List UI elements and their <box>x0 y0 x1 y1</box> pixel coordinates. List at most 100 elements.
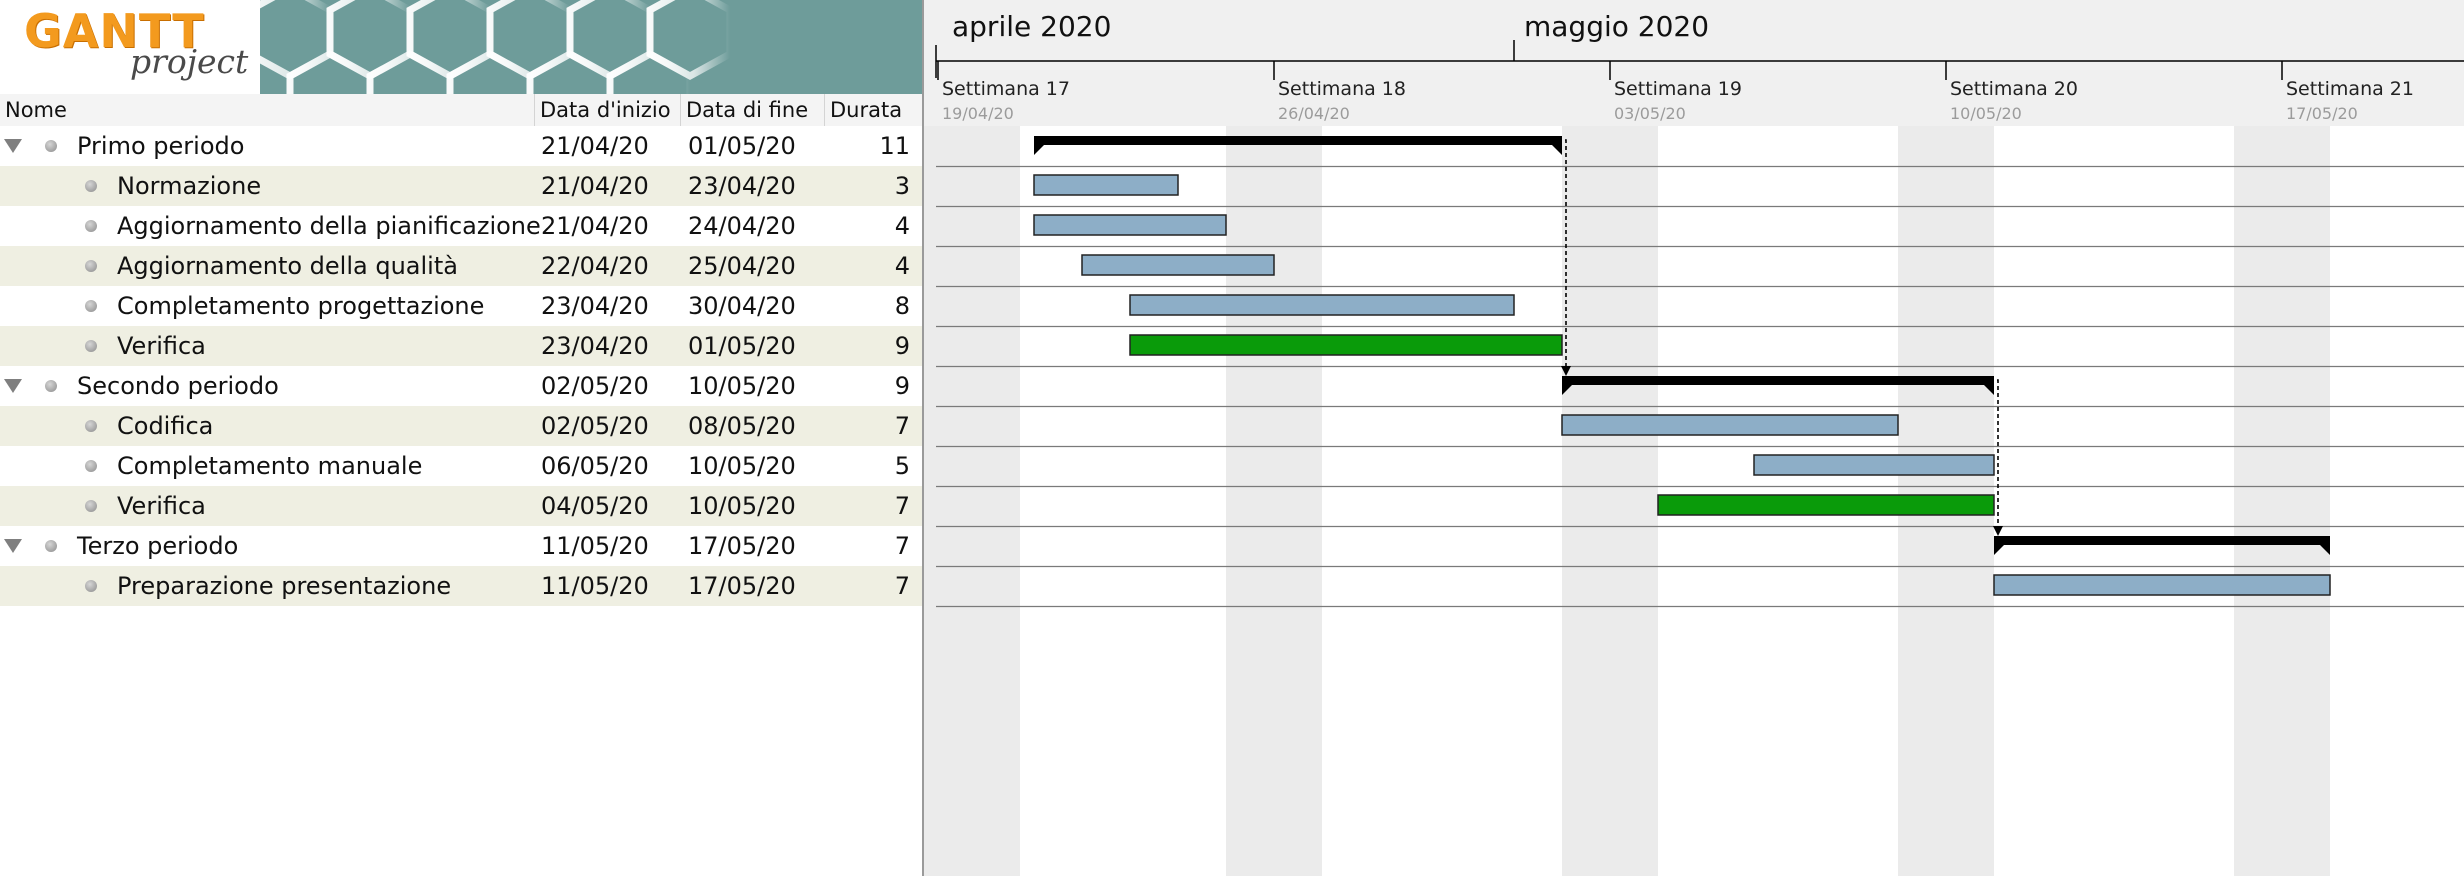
task-start-date: 02/05/20 <box>541 372 649 400</box>
task-start-date: 23/04/20 <box>541 292 649 320</box>
task-name: Aggiornamento della pianificazione <box>117 212 541 240</box>
weekend-stripe <box>1226 126 1322 876</box>
summary-bar <box>1994 536 2330 545</box>
task-rows: Primo periodo 21/04/20 01/05/20 11 Normazion… <box>0 126 922 606</box>
task-bullet-icon <box>45 140 57 152</box>
verification-task-bar <box>1129 334 1563 356</box>
task-duration: 7 <box>894 532 910 560</box>
task-duration: 7 <box>894 492 910 520</box>
table-header: Nome Data d'inizio Data di fine Durata <box>0 94 922 126</box>
task-bullet-icon <box>85 340 97 352</box>
ganttproject-logo-banner: GANTT project <box>0 0 922 94</box>
task-bullet-icon <box>85 260 97 272</box>
task-duration: 3 <box>894 172 910 200</box>
task-end-date: 10/05/20 <box>688 452 796 480</box>
task-start-date: 11/05/20 <box>541 572 649 600</box>
task-name: Completamento manuale <box>117 452 423 480</box>
task-name: Primo periodo <box>77 132 245 160</box>
verification-task-bar <box>1657 494 1995 516</box>
task-end-date: 24/04/20 <box>688 212 796 240</box>
task-bar <box>1993 574 2331 596</box>
task-start-date: 21/04/20 <box>541 212 649 240</box>
summary-task-row[interactable]: Secondo periodo 02/05/20 10/05/20 9 <box>0 366 922 406</box>
task-start-date: 04/05/20 <box>541 492 649 520</box>
task-end-date: 23/04/20 <box>688 172 796 200</box>
task-row[interactable]: Verifica 04/05/20 10/05/20 7 <box>0 486 922 526</box>
weekend-stripe <box>924 126 1020 876</box>
task-bullet-icon <box>45 540 57 552</box>
column-header-duration[interactable]: Durata <box>825 94 922 126</box>
summary-task-row[interactable]: Terzo periodo 11/05/20 17/05/20 7 <box>0 526 922 566</box>
task-end-date: 10/05/20 <box>688 372 796 400</box>
summary-bar-right-cap <box>1552 145 1562 155</box>
task-row[interactable]: Codifica 02/05/20 08/05/20 7 <box>0 406 922 446</box>
task-end-date: 01/05/20 <box>688 132 796 160</box>
task-start-date: 21/04/20 <box>541 132 649 160</box>
task-name: Completamento progettazione <box>117 292 485 320</box>
task-duration: 11 <box>879 132 910 160</box>
task-start-date: 22/04/20 <box>541 252 649 280</box>
task-bullet-icon <box>85 420 97 432</box>
weekend-stripe <box>1562 126 1658 876</box>
task-bar <box>1081 254 1275 276</box>
task-table-panel: GANTT project Nome Data d'inizio Data di… <box>0 0 922 876</box>
task-name: Verifica <box>117 492 206 520</box>
task-name: Verifica <box>117 332 206 360</box>
task-name: Aggiornamento della qualità <box>117 252 458 280</box>
task-name: Normazione <box>117 172 262 200</box>
summary-task-row[interactable]: Primo periodo 21/04/20 01/05/20 11 <box>0 126 922 166</box>
task-bar <box>1753 454 1995 476</box>
summary-bar <box>1034 136 1562 145</box>
summary-bar-left-cap <box>1994 545 2004 555</box>
task-start-date: 06/05/20 <box>541 452 649 480</box>
task-duration: 8 <box>894 292 910 320</box>
weekend-stripe <box>2234 126 2330 876</box>
task-row[interactable]: Preparazione presentazione 11/05/20 17/05/… <box>0 566 922 606</box>
ganttproject-logo: GANTT project <box>24 2 248 92</box>
task-name: Secondo periodo <box>77 372 279 400</box>
task-row[interactable]: Verifica 23/04/20 01/05/20 9 <box>0 326 922 366</box>
task-end-date: 25/04/20 <box>688 252 796 280</box>
logo-project-text: project <box>130 42 249 81</box>
task-row[interactable]: Aggiornamento della qualità 22/04/20 25/04… <box>0 246 922 286</box>
task-duration: 7 <box>894 412 910 440</box>
task-duration: 9 <box>894 372 910 400</box>
task-bullet-icon <box>85 580 97 592</box>
task-row[interactable]: Aggiornamento della pianificazione 21/04/… <box>0 206 922 246</box>
column-header-end[interactable]: Data di fine <box>681 94 825 126</box>
task-start-date: 11/05/20 <box>541 532 649 560</box>
task-end-date: 30/04/20 <box>688 292 796 320</box>
task-bar <box>1033 214 1227 236</box>
task-bar <box>1033 174 1179 196</box>
gantt-chart-canvas[interactable] <box>924 0 2464 876</box>
task-duration: 7 <box>894 572 910 600</box>
task-end-date: 08/05/20 <box>688 412 796 440</box>
column-header-name[interactable]: Nome <box>0 94 535 126</box>
expand-triangle-icon[interactable] <box>4 379 22 393</box>
task-end-date: 17/05/20 <box>688 572 796 600</box>
task-duration: 5 <box>894 452 910 480</box>
task-bullet-icon <box>85 300 97 312</box>
expand-triangle-icon[interactable] <box>4 539 22 553</box>
task-bullet-icon <box>85 460 97 472</box>
task-duration: 4 <box>894 252 910 280</box>
timeline-grid-lines <box>935 40 2464 80</box>
summary-bar-left-cap <box>1034 145 1044 155</box>
task-start-date: 21/04/20 <box>541 172 649 200</box>
task-bullet-icon <box>85 220 97 232</box>
task-bar <box>1561 414 1899 436</box>
expand-triangle-icon[interactable] <box>4 139 22 153</box>
task-row[interactable]: Completamento progettazione 23/04/20 30/04… <box>0 286 922 326</box>
task-start-date: 02/05/20 <box>541 412 649 440</box>
dependency-arrowhead <box>1993 526 2003 536</box>
task-name: Preparazione presentazione <box>117 572 452 600</box>
timeline-header: aprile 2020 maggio 2020 Settimana 17 19/04… <box>924 0 2464 126</box>
task-row[interactable]: Completamento manuale 06/05/20 10/05/20 5 <box>0 446 922 486</box>
summary-bar <box>1562 376 1994 385</box>
task-duration: 4 <box>894 212 910 240</box>
column-header-start[interactable]: Data d'inizio <box>535 94 681 126</box>
task-bullet-icon <box>45 380 57 392</box>
task-name: Codifica <box>117 412 214 440</box>
task-bullet-icon <box>85 180 97 192</box>
task-row[interactable]: Normazione 21/04/20 23/04/20 3 <box>0 166 922 206</box>
